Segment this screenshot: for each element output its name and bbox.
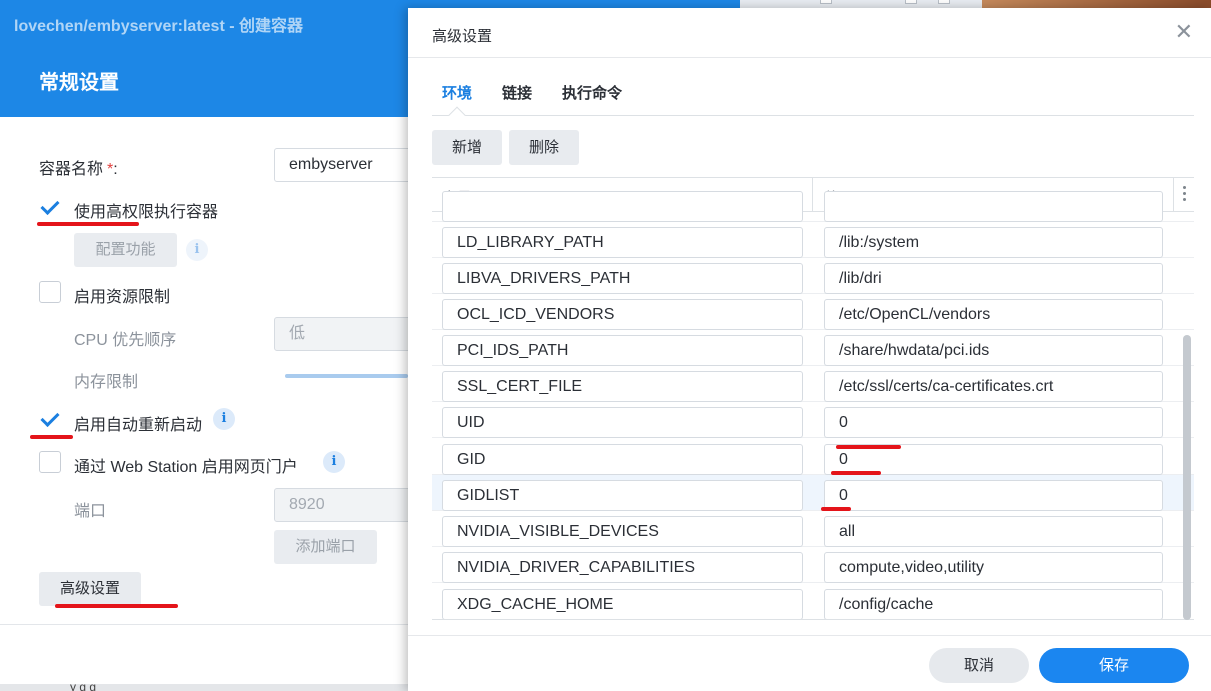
variable-input[interactable]: GIDLIST <box>442 480 803 511</box>
container-name-label: 容器名称 *: <box>39 161 118 178</box>
divider <box>0 624 408 625</box>
variable-input[interactable]: PCI_IDS_PATH <box>442 335 803 366</box>
variable-input[interactable]: LIBVA_DRIVERS_PATH <box>442 263 803 294</box>
close-icon[interactable]: ✕ <box>1175 21 1193 43</box>
background-window-control <box>905 0 917 4</box>
save-button[interactable]: 保存 <box>1039 648 1189 683</box>
value-input[interactable] <box>824 191 1163 222</box>
value-input[interactable]: 0 <box>824 407 1163 438</box>
annotation-underline <box>30 435 73 439</box>
annotation-underline <box>37 222 139 226</box>
value-input[interactable]: /etc/OpenCL/vendors <box>824 299 1163 330</box>
advanced-settings-dialog: 高级设置 ✕ 环境 链接 执行命令 新增 删除 变量 值 LD_LIBRARY_… <box>408 8 1211 691</box>
cancel-button[interactable]: 取消 <box>929 648 1029 683</box>
active-tab-indicator <box>448 106 466 124</box>
background-window-control <box>820 0 832 4</box>
delete-variable-button[interactable]: 删除 <box>509 130 579 165</box>
auto-restart-checkbox[interactable] <box>39 408 61 430</box>
cpu-priority-label: CPU 优先顺序 <box>74 332 177 349</box>
container-name-input[interactable]: embyserver <box>274 148 414 182</box>
annotation-underline <box>831 471 881 475</box>
variable-input[interactable] <box>442 191 803 222</box>
tab-execute-command[interactable]: 执行命令 <box>562 82 622 103</box>
dialog-title: 高级设置 <box>432 28 493 45</box>
tabs-underline <box>432 115 1194 116</box>
table-row[interactable]: GID 0 <box>432 439 1194 475</box>
memory-limit-slider[interactable] <box>285 374 408 378</box>
config-capabilities-button[interactable]: 配置功能 <box>74 233 177 267</box>
value-input[interactable]: /lib:/system <box>824 227 1163 258</box>
privileged-label: 使用高权限执行容器 <box>74 204 219 221</box>
table-row[interactable]: NVIDIA_DRIVER_CAPABILITIES compute,video… <box>432 547 1194 583</box>
info-icon[interactable]: i <box>186 239 208 261</box>
section-title: 常规设置 <box>39 72 119 94</box>
background-photo <box>982 0 1211 8</box>
table-row[interactable]: SSL_CERT_FILE /etc/ssl/certs/ca-certific… <box>432 366 1194 402</box>
value-input[interactable]: 0 <box>824 480 1163 511</box>
annotation-underline <box>821 507 851 511</box>
auto-restart-label: 启用自动重新启动 <box>74 417 203 434</box>
annotation-underline <box>836 445 901 449</box>
cpu-priority-select[interactable]: 低 <box>274 317 414 351</box>
tab-links[interactable]: 链接 <box>502 82 532 103</box>
add-port-button[interactable]: 添加端口 <box>274 530 377 564</box>
table-row[interactable]: GIDLIST 0 <box>432 475 1194 511</box>
variable-input[interactable]: SSL_CERT_FILE <box>442 371 803 402</box>
scrollbar[interactable] <box>1183 335 1191 620</box>
background-window-control <box>938 0 950 4</box>
annotation-underline <box>55 604 178 608</box>
variable-input[interactable]: NVIDIA_DRIVER_CAPABILITIES <box>442 552 803 583</box>
table-row[interactable]: UID 0 <box>432 402 1194 438</box>
privileged-checkbox[interactable] <box>39 196 61 218</box>
variable-input[interactable]: OCL_ICD_VENDORS <box>442 299 803 330</box>
table-row[interactable]: LD_LIBRARY_PATH /lib:/system <box>432 222 1194 258</box>
webstation-label: 通过 Web Station 启用网页门户 <box>74 459 298 476</box>
value-input[interactable]: /config/cache <box>824 589 1163 619</box>
value-input[interactable]: /share/hwdata/pci.ids <box>824 335 1163 366</box>
divider <box>408 57 1211 58</box>
table-row[interactable]: NVIDIA_VISIBLE_DEVICES all <box>432 511 1194 547</box>
webstation-checkbox[interactable] <box>39 451 61 473</box>
divider <box>408 635 1211 636</box>
add-variable-button[interactable]: 新增 <box>432 130 502 165</box>
memory-limit-label: 内存限制 <box>74 374 139 391</box>
port-label: 端口 <box>74 503 107 520</box>
resource-limit-label: 启用资源限制 <box>74 289 171 306</box>
table-row[interactable]: OCL_ICD_VENDORS /etc/OpenCL/vendors <box>432 294 1194 330</box>
value-input[interactable]: compute,video,utility <box>824 552 1163 583</box>
variable-input[interactable]: UID <box>442 407 803 438</box>
variable-input[interactable]: GID <box>442 444 803 475</box>
info-icon[interactable]: i <box>213 408 235 430</box>
table-row[interactable]: PCI_IDS_PATH /share/hwdata/pci.ids <box>432 330 1194 366</box>
tab-environment[interactable]: 环境 <box>442 82 472 103</box>
table-row[interactable]: LIBVA_DRIVERS_PATH /lib/dri <box>432 258 1194 294</box>
background-window-strip <box>0 684 408 691</box>
environment-table: 变量 值 LD_LIBRARY_PATH /lib:/system LIBVA_… <box>432 177 1194 620</box>
window-title: lovechen/embyserver:latest - 创建容器 <box>14 18 303 35</box>
advanced-settings-button[interactable]: 高级设置 <box>39 572 141 606</box>
value-input[interactable]: /etc/ssl/certs/ca-certificates.crt <box>824 371 1163 402</box>
resource-limit-checkbox[interactable] <box>39 281 61 303</box>
variable-input[interactable]: LD_LIBRARY_PATH <box>442 227 803 258</box>
table-row[interactable]: XDG_CACHE_HOME /config/cache <box>432 584 1194 619</box>
port-input[interactable]: 8920 <box>274 488 414 522</box>
value-input[interactable]: all <box>824 516 1163 547</box>
info-icon[interactable]: i <box>323 451 345 473</box>
table-row[interactable] <box>432 186 1194 222</box>
variable-input[interactable]: XDG_CACHE_HOME <box>442 589 803 619</box>
variable-input[interactable]: NVIDIA_VISIBLE_DEVICES <box>442 516 803 547</box>
value-input[interactable]: /lib/dri <box>824 263 1163 294</box>
